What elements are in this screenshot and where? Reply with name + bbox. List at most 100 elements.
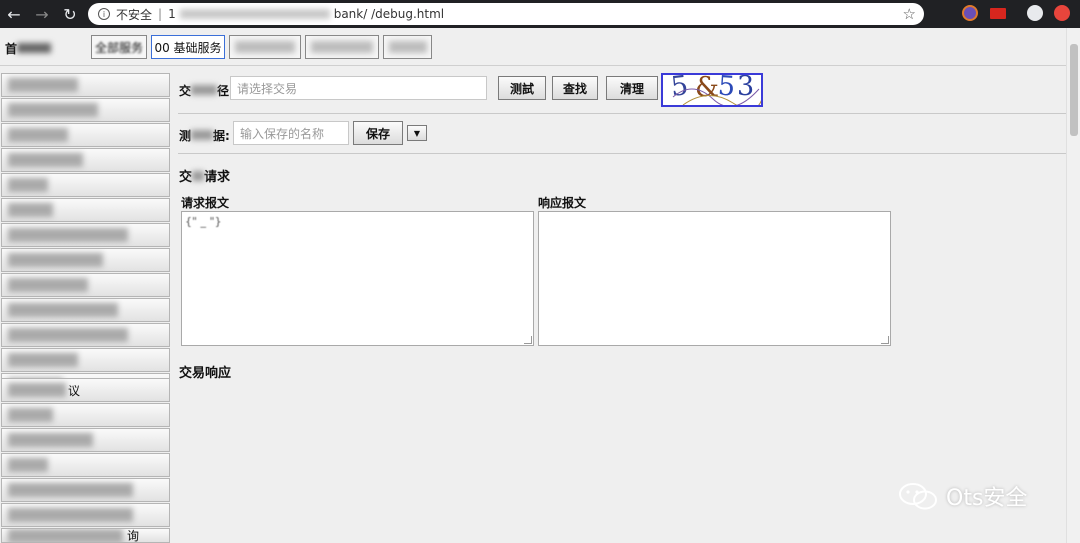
sidebar-item-label-blurred [8,253,103,267]
tab-service-3-blurred [235,41,295,53]
sidebar-item-label-blurred [8,103,98,117]
request-message-label: 请求报文 [181,194,229,211]
sidebar-item-label-blurred [8,433,93,447]
sidebar-item[interactable] [1,123,170,147]
sidebar-item[interactable] [1,428,170,452]
reload-icon[interactable]: ↻ [57,0,83,28]
sidebar-item[interactable] [1,248,170,272]
response-message-label: 响应报文 [538,194,586,211]
sidebar-item-label-blurred [8,408,53,422]
separator: | [158,7,163,21]
save-button[interactable]: 保存 [353,121,403,145]
main-panel: 交径: 请选择交易 测試 查找 清理 5 & 5 3 测 据: 输入保存的名称 保… [171,66,1066,543]
sidebar-item[interactable] [1,453,170,477]
chevron-down-icon: ▼ [413,128,421,138]
tab-service-4-blurred [311,41,373,53]
home-label: 首 [5,42,18,56]
trade-label-start: 交 [179,84,192,98]
sidebar-item-label-blurred [8,328,128,342]
back-icon[interactable]: ← [1,0,27,28]
request-message-textarea[interactable]: {" _ "} [181,211,534,346]
sidebar-item-label-blurred [8,508,133,522]
forward-icon[interactable]: → [29,0,55,28]
scrollbar-thumb[interactable] [1070,44,1078,136]
tab-service-4[interactable] [305,35,379,59]
trade-label-blurred [191,85,218,95]
sidebar-item[interactable] [1,73,170,97]
tab-service-3[interactable] [229,35,301,59]
sidebar-item[interactable] [1,223,170,247]
sidebar-item[interactable] [1,348,170,372]
url-prefix: 1 [168,7,176,21]
sidebar-item[interactable] [1,323,170,347]
address-bar[interactable]: i 不安全 | 1 bank/ /debug.html ☆ [88,3,924,25]
captcha-noise [672,88,761,105]
sidebar-item-label: 议 [68,383,81,398]
security-label: 不安全 [116,7,153,22]
sidebar: 议 询 [0,72,171,543]
sidebar-item-label-blurred [8,483,133,497]
sidebar-item[interactable] [1,403,170,427]
watermark-text: Ots安全 [946,486,1028,511]
sidebar-item-label-blurred [8,78,78,92]
resize-handle-icon[interactable] [881,336,889,344]
data-label-end: 据: [213,129,230,143]
saved-data-dropdown[interactable]: ▼ [407,125,427,141]
sidebar-item-label-blurred [8,458,48,472]
response-message-textarea[interactable] [538,211,891,346]
tab-basic-services[interactable]: 00 基础服务 [151,35,225,59]
info-icon[interactable]: i [98,8,110,20]
page-scrollbar[interactable] [1066,28,1080,543]
request-msg-label-end: 报文 [205,196,230,210]
home-label-blurred [17,43,52,53]
wechat-icon [898,481,938,511]
sidebar-item[interactable]: 询 [1,528,170,543]
sidebar-item-label-blurred [8,383,66,397]
save-name-input[interactable]: 输入保存的名称 [233,121,349,145]
watermark: Ots安全 [898,480,1027,512]
request-section-title: 交请求 [179,166,230,185]
divider [178,153,1066,154]
service-tabs-row: 首 全部服务 00 基础服务 [0,28,1066,66]
sidebar-item-label-blurred [8,153,83,167]
url-text: bank/ /debug.html [333,7,445,21]
trade-path-label: 交径: [179,82,234,99]
clear-button[interactable]: 清理 [606,76,658,100]
resize-handle-icon[interactable] [524,336,532,344]
sidebar-item[interactable]: 议 [1,378,170,402]
sidebar-item-label-blurred [8,203,53,217]
find-button[interactable]: 查找 [552,76,598,100]
sidebar-item[interactable] [1,273,170,297]
data-label-blurred [191,130,214,140]
tab-all-services[interactable]: 全部服务 [91,35,147,59]
flag-icon[interactable] [990,8,1006,19]
sidebar-item[interactable] [1,198,170,222]
sidebar-item[interactable] [1,503,170,527]
account-icon[interactable] [1027,5,1043,21]
trade-path-input[interactable]: 请选择交易 [230,76,487,100]
request-section-start: 交 [179,170,193,185]
tab-service-5-blurred [388,41,427,53]
url-blurred [179,9,330,19]
sidebar-item[interactable] [1,298,170,322]
update-icon[interactable] [1054,5,1070,21]
data-label-start: 测 [179,129,192,143]
tab-service-5[interactable] [383,35,432,59]
extension-icon[interactable] [962,5,978,21]
sidebar-item[interactable] [1,173,170,197]
sidebar-item[interactable] [1,98,170,122]
save-button-label: 保存 [365,126,390,141]
sidebar-item-label-blurred [8,303,118,317]
request-section-blurred [192,171,205,181]
home-link[interactable]: 首 [5,40,52,57]
captcha-image[interactable]: 5 & 5 3 [661,73,763,107]
sidebar-item[interactable] [1,148,170,172]
sidebar-item-label-blurred [8,353,78,367]
sidebar-item-label-blurred [8,529,123,542]
sidebar-item-label-blurred [8,278,88,292]
response-section-text: 交易响应 [179,366,232,381]
test-button[interactable]: 测試 [498,76,546,100]
bookmark-star-icon[interactable]: ☆ [903,5,916,23]
tab-all-services-label: 全部服务 [95,40,144,55]
sidebar-item[interactable] [1,478,170,502]
